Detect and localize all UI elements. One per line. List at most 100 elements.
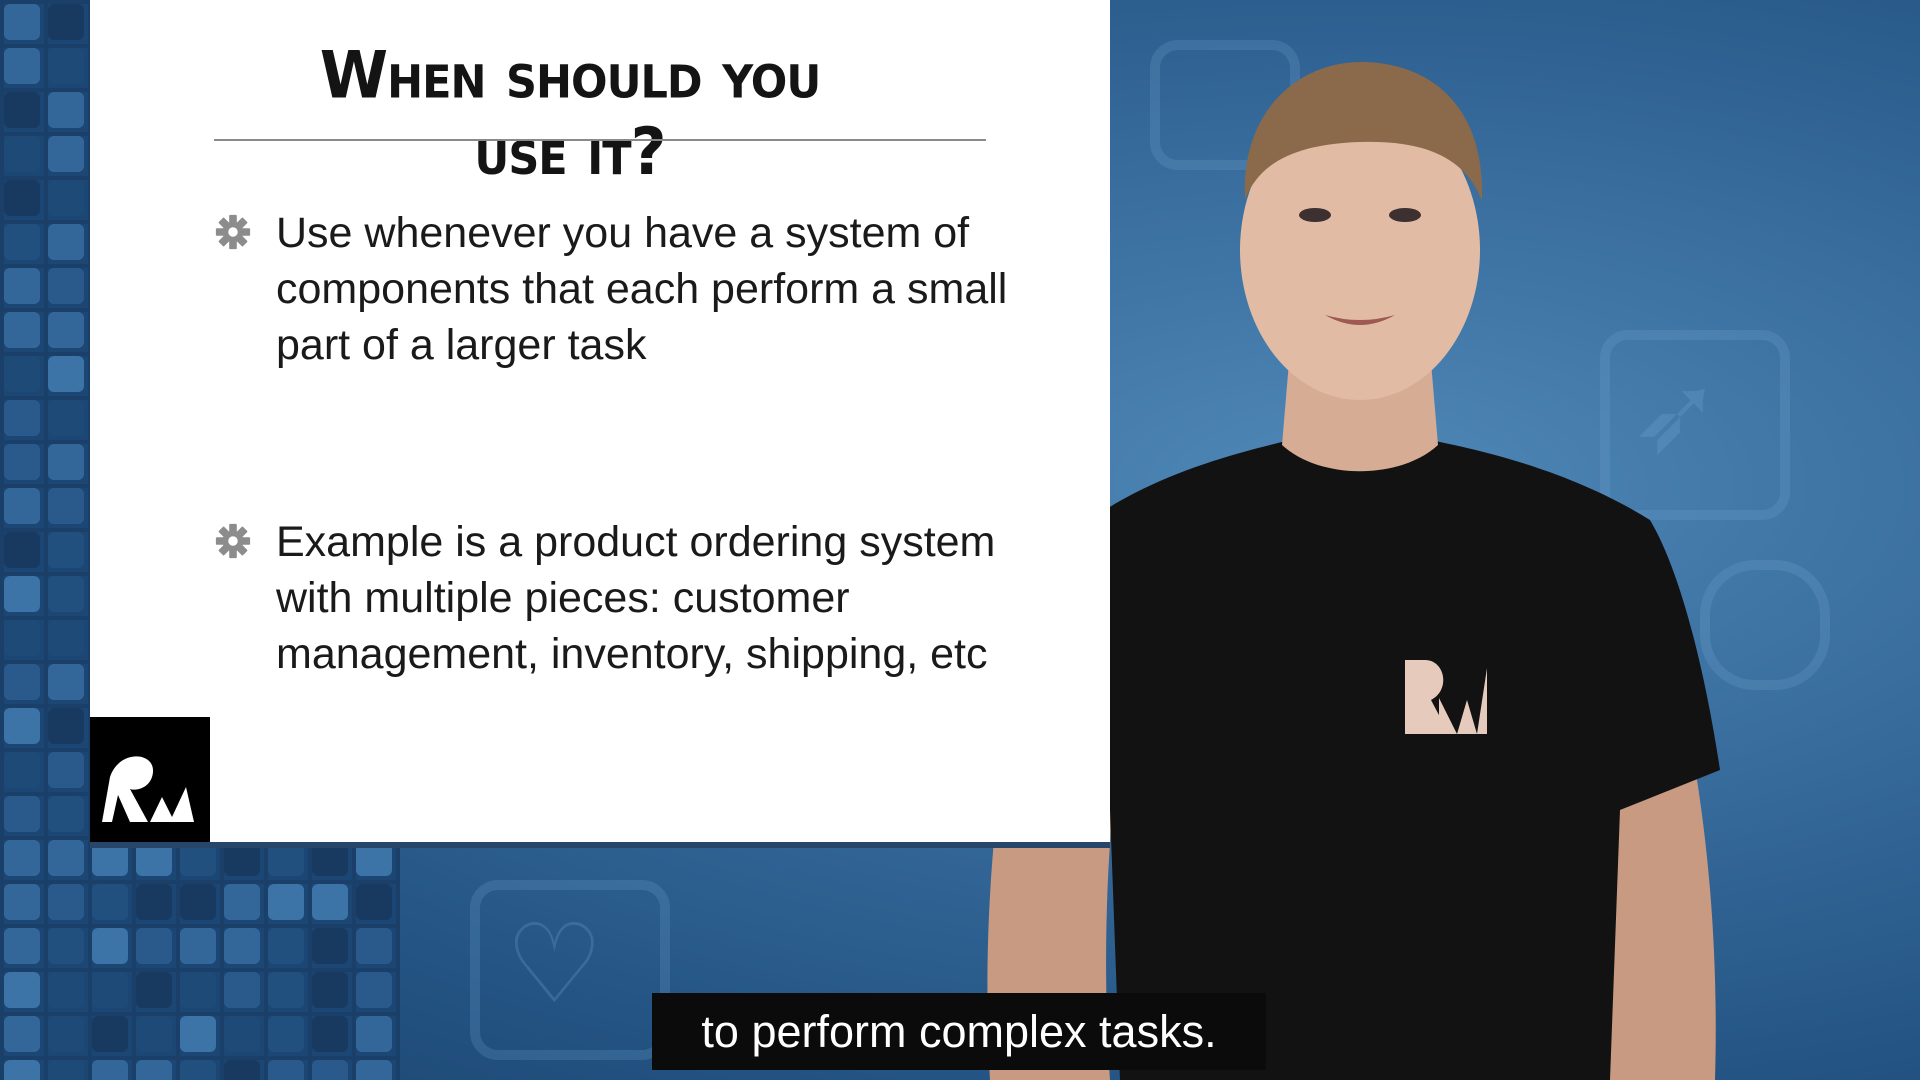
mosaic-tile bbox=[268, 928, 304, 964]
mosaic-tile bbox=[356, 972, 392, 1008]
mosaic-tile bbox=[48, 92, 84, 128]
presenter-shirt bbox=[1010, 440, 1720, 1080]
mosaic-tile bbox=[4, 664, 40, 700]
mosaic-tile bbox=[48, 1016, 84, 1052]
mosaic-tile bbox=[4, 972, 40, 1008]
mosaic-tile bbox=[4, 620, 40, 656]
mosaic-tile bbox=[4, 576, 40, 612]
mosaic-tile bbox=[92, 1016, 128, 1052]
video-caption: to perform complex tasks. bbox=[652, 993, 1266, 1070]
mosaic-tile bbox=[356, 928, 392, 964]
mosaic-tile bbox=[48, 180, 84, 216]
mosaic-tile bbox=[136, 972, 172, 1008]
mosaic-tile bbox=[224, 1016, 260, 1052]
bullet-text: Use whenever you have a system of compon… bbox=[276, 209, 1008, 369]
mosaic-tile bbox=[48, 488, 84, 524]
mosaic-tile bbox=[48, 268, 84, 304]
mosaic-tile bbox=[136, 928, 172, 964]
mosaic-tile bbox=[4, 884, 40, 920]
mosaic-tile bbox=[4, 752, 40, 788]
mosaic-tile bbox=[180, 840, 216, 876]
mosaic-tile bbox=[356, 1016, 392, 1052]
presentation-slide: When should you use it? Use whenever you… bbox=[90, 0, 1110, 842]
mosaic-tile bbox=[48, 532, 84, 568]
mosaic-tile bbox=[356, 884, 392, 920]
mosaic-tile bbox=[48, 576, 84, 612]
mosaic-tile bbox=[312, 928, 348, 964]
mosaic-tile bbox=[268, 1060, 304, 1080]
mosaic-tile bbox=[4, 928, 40, 964]
mosaic-tile bbox=[4, 840, 40, 876]
mosaic-tile bbox=[4, 92, 40, 128]
mosaic-tile bbox=[4, 796, 40, 832]
mosaic-tile bbox=[4, 1016, 40, 1052]
mosaic-tile bbox=[92, 972, 128, 1008]
mosaic-tile bbox=[48, 1060, 84, 1080]
mosaic-tile bbox=[356, 1060, 392, 1080]
mosaic-tile bbox=[92, 928, 128, 964]
mosaic-tile bbox=[48, 796, 84, 832]
mosaic-tile bbox=[48, 752, 84, 788]
mosaic-tile bbox=[4, 224, 40, 260]
mosaic-tile bbox=[268, 840, 304, 876]
mosaic-tile bbox=[224, 972, 260, 1008]
mosaic-tile bbox=[312, 972, 348, 1008]
mosaic-tile bbox=[180, 928, 216, 964]
mosaic-tile bbox=[48, 444, 84, 480]
mosaic-tile bbox=[48, 224, 84, 260]
mosaic-tile bbox=[4, 488, 40, 524]
mosaic-tile bbox=[180, 1016, 216, 1052]
mosaic-tile bbox=[92, 840, 128, 876]
video-frame: ➶ ♡ When should you use it? Use whenever… bbox=[0, 0, 1920, 1080]
rw-logo bbox=[90, 717, 210, 842]
mosaic-tile bbox=[4, 4, 40, 40]
mosaic-tile bbox=[4, 312, 40, 348]
presenter-left-eye bbox=[1299, 208, 1331, 222]
mosaic-tile bbox=[4, 444, 40, 480]
mosaic-tile bbox=[224, 928, 260, 964]
mosaic-tile bbox=[4, 532, 40, 568]
mosaic-tile bbox=[224, 1060, 260, 1080]
gear-icon bbox=[215, 214, 251, 250]
slide-title: When should you use it? bbox=[319, 36, 822, 190]
presenter-right-eye bbox=[1389, 208, 1421, 222]
mosaic-tile bbox=[48, 620, 84, 656]
mosaic-tile bbox=[92, 884, 128, 920]
mosaic-tile bbox=[312, 840, 348, 876]
mosaic-tile bbox=[180, 1060, 216, 1080]
mosaic-tile bbox=[224, 840, 260, 876]
mosaic-tile bbox=[48, 972, 84, 1008]
mosaic-tile bbox=[4, 136, 40, 172]
mosaic-tile bbox=[4, 356, 40, 392]
mosaic-tile bbox=[4, 1060, 40, 1080]
mosaic-tile bbox=[48, 312, 84, 348]
mosaic-tile bbox=[268, 884, 304, 920]
mosaic-tile bbox=[312, 1060, 348, 1080]
mosaic-tile bbox=[48, 4, 84, 40]
mosaic-tile bbox=[48, 136, 84, 172]
mosaic-tile bbox=[136, 1016, 172, 1052]
mosaic-tile bbox=[180, 884, 216, 920]
mosaic-tile bbox=[268, 1016, 304, 1052]
mosaic-tile bbox=[136, 840, 172, 876]
mosaic-tile bbox=[92, 1060, 128, 1080]
mosaic-tile bbox=[48, 840, 84, 876]
bullet-text: Example is a product ordering system wit… bbox=[276, 518, 996, 678]
mosaic-tile bbox=[48, 356, 84, 392]
mosaic-tile bbox=[4, 708, 40, 744]
mosaic-tile bbox=[48, 708, 84, 744]
mosaic-tile bbox=[180, 972, 216, 1008]
mosaic-tile bbox=[48, 664, 84, 700]
mosaic-tile bbox=[224, 884, 260, 920]
mosaic-tile bbox=[4, 180, 40, 216]
mosaic-tile bbox=[4, 400, 40, 436]
mosaic-tile bbox=[136, 1060, 172, 1080]
mosaic-tile bbox=[356, 840, 392, 876]
background-heart-glyph: ♡ bbox=[505, 900, 604, 1028]
mosaic-tile bbox=[312, 884, 348, 920]
mosaic-tile bbox=[48, 928, 84, 964]
title-divider bbox=[214, 139, 986, 141]
mosaic-tile bbox=[48, 884, 84, 920]
mosaic-tile bbox=[136, 884, 172, 920]
mosaic-tile bbox=[4, 48, 40, 84]
